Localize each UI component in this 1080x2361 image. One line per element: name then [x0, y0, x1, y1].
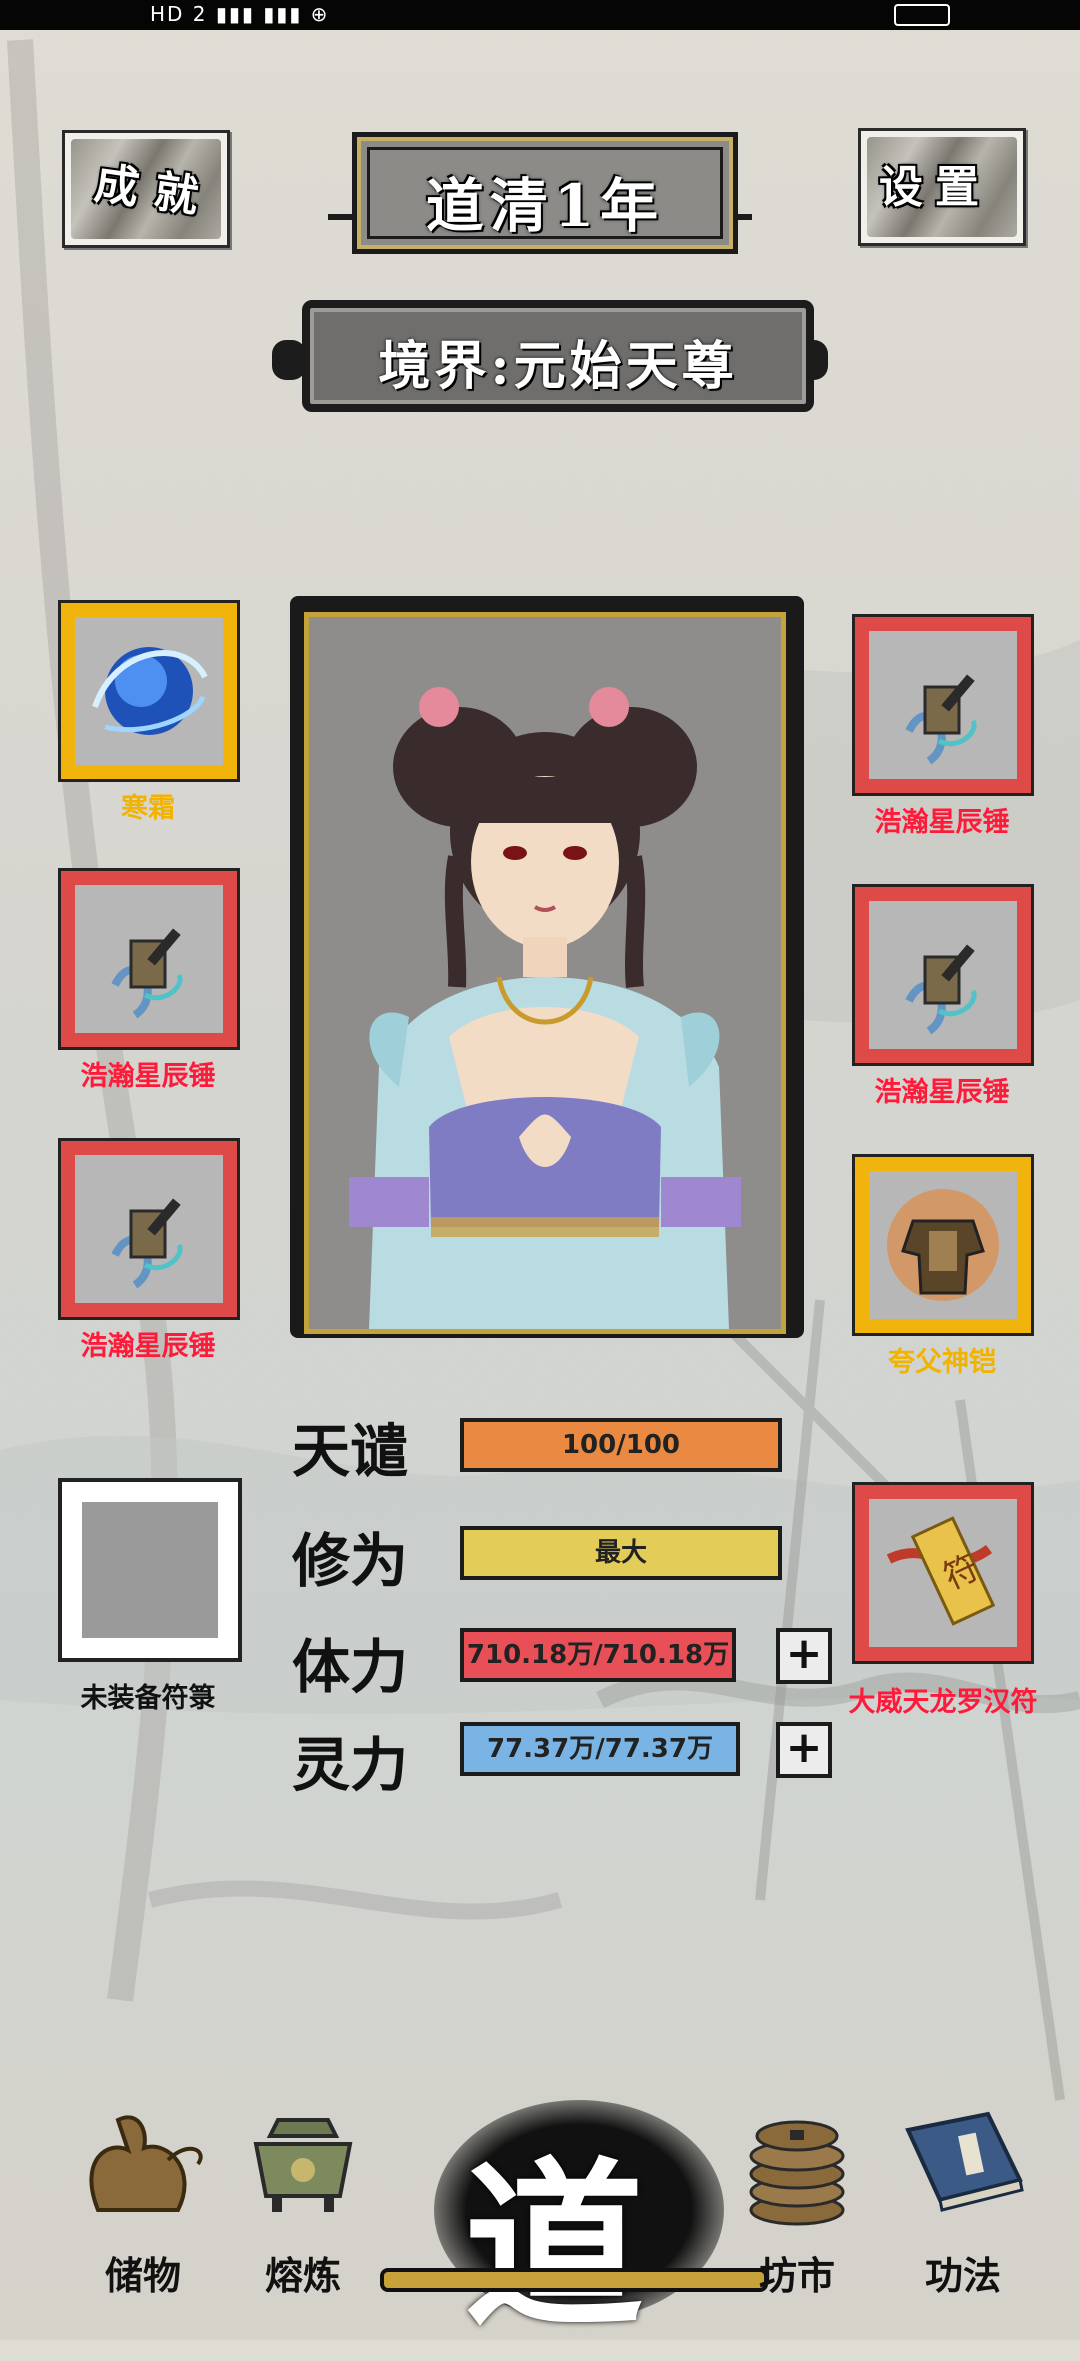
settings-button[interactable]: 设置 [858, 128, 1026, 246]
nav-storage-button[interactable]: 储物 [68, 2100, 218, 2300]
status-bar: HD 2 ▮▮▮ ▮▮▮ ⊕ [0, 0, 1080, 30]
book-icon [905, 2111, 1024, 2212]
stat-bar-cultivation: 最大 [460, 1526, 782, 1580]
dao-base [380, 2268, 768, 2292]
spirit-plus-button[interactable]: + [776, 1722, 832, 1778]
cauldron-icon [253, 2118, 353, 2212]
equip-slot-inner [869, 901, 1017, 1049]
equip-slot-inner [869, 631, 1017, 779]
equip-slot-right-3-name: 夸父神铠 [888, 1347, 996, 1378]
stat-label-heavenly-punishment: 天谴 [292, 1417, 409, 1485]
achievement-button[interactable]: 成就 [62, 130, 230, 248]
hammer-icon [111, 928, 183, 1019]
talisman-slot-inner: 符 [869, 1499, 1017, 1647]
year-title-plaque: 道清1年 [352, 132, 738, 254]
nav-techniques-label: 功法 [924, 2253, 1001, 2298]
dao-character: 道 [464, 2141, 645, 2352]
equip-slot-inner [75, 617, 223, 765]
nav-market-button[interactable]: 坊市 [722, 2100, 872, 2300]
talisman-slot-right-name: 大威天龙罗汉符 [848, 1687, 1038, 1718]
stat-bar-spirit: 77.37万/77.37万 [460, 1722, 740, 1776]
nav-storage-label: 储物 [104, 2253, 181, 2298]
talisman-slot-inner [82, 1502, 218, 1638]
stat-label-spirit: 灵力 [292, 1731, 409, 1799]
equip-slot-inner [75, 885, 223, 1033]
talisman-slot-empty[interactable] [58, 1478, 242, 1662]
character-portrait [304, 612, 786, 1334]
realm-banner: 境界:元始天尊 [302, 300, 814, 412]
realm-text: 境界:元始天尊 [378, 336, 738, 397]
realm-cap-left [272, 340, 306, 380]
nav-smelting-label: 熔炼 [264, 2253, 341, 2298]
talisman-icon: 符 [886, 1516, 996, 1626]
stat-label-stamina: 体力 [292, 1633, 409, 1701]
battery-icon [894, 4, 950, 26]
hammer-icon [111, 1198, 183, 1289]
talisman-slot-right[interactable]: 符 [852, 1482, 1034, 1664]
coins-icon [749, 2120, 845, 2226]
frost-orb-icon [92, 647, 208, 735]
year-title: 道清1年 [425, 172, 665, 240]
stat-bar-heavenly-punishment: 100/100 [460, 1418, 782, 1472]
equip-slot-right-3[interactable] [852, 1154, 1034, 1336]
stat-label-cultivation: 修为 [292, 1527, 409, 1595]
character-illustration [349, 687, 741, 1329]
equip-slot-left-2-name: 浩瀚星辰锤 [80, 1061, 216, 1092]
character-portrait-frame [290, 596, 804, 1338]
bag-icon [89, 2115, 203, 2212]
nav-techniques-button[interactable]: 功法 [888, 2100, 1038, 2300]
talisman-slot-empty-label: 未装备符箓 [80, 1683, 216, 1714]
armor-icon [887, 1189, 999, 1301]
equip-slot-right-2[interactable] [852, 884, 1034, 1066]
equip-slot-right-1-name: 浩瀚星辰锤 [874, 807, 1010, 838]
nav-dao-center-button[interactable]: 道 [380, 2070, 768, 2352]
status-left-icons: HD 2 ▮▮▮ ▮▮▮ ⊕ [150, 2, 330, 26]
stamina-plus-button[interactable]: + [776, 1628, 832, 1684]
equip-slot-right-2-name: 浩瀚星辰锤 [874, 1077, 1010, 1108]
nav-smelting-button[interactable]: 熔炼 [228, 2100, 378, 2300]
stat-bar-stamina: 710.18万/710.18万 [460, 1628, 736, 1682]
nav-market-label: 坊市 [758, 2253, 835, 2298]
settings-label: 设置 [879, 162, 991, 213]
equip-slot-left-3[interactable] [58, 1138, 240, 1320]
equip-slot-left-1-name: 寒霜 [121, 793, 175, 824]
equip-slot-left-3-name: 浩瀚星辰锤 [80, 1331, 216, 1362]
equip-slot-inner [75, 1155, 223, 1303]
equip-slot-left-2[interactable] [58, 868, 240, 1050]
equip-slot-right-1[interactable] [852, 614, 1034, 796]
equip-slot-inner [869, 1171, 1017, 1319]
hammer-icon [905, 944, 977, 1035]
hammer-icon [905, 674, 977, 765]
equip-slot-left-1[interactable] [58, 600, 240, 782]
